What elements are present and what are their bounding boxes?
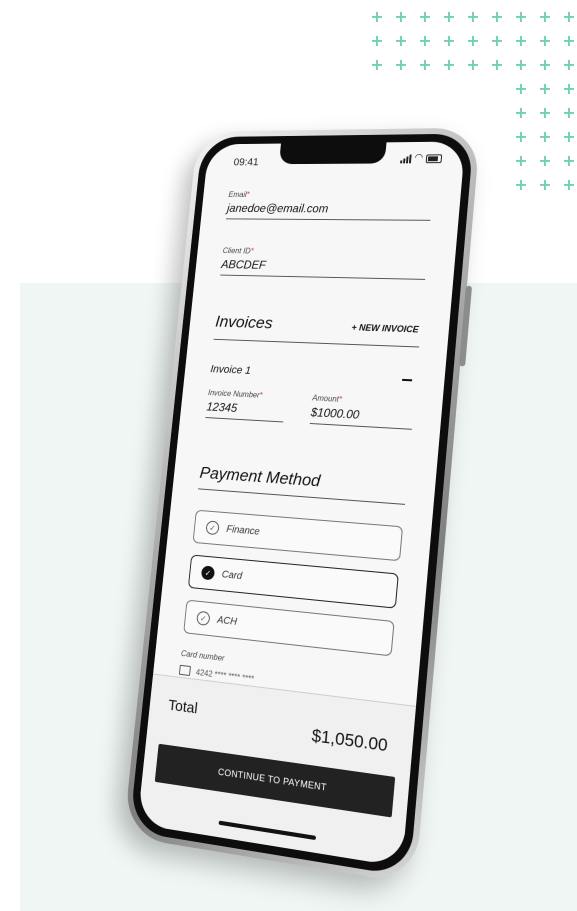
client-id-value[interactable]: ABCDEF — [221, 258, 427, 275]
amount-underline — [309, 422, 412, 430]
plus-icon: + — [418, 31, 432, 50]
client-id-field[interactable]: Client ID* ABCDEF — [220, 246, 428, 280]
credit-card-icon — [178, 664, 191, 677]
plus-icon: + — [562, 31, 576, 50]
check-circle-filled-icon: ✓ — [200, 565, 216, 581]
plus-icon: + — [442, 7, 456, 26]
payment-method-title: Payment Method — [198, 463, 322, 491]
plus-icon: + — [370, 31, 384, 50]
plus-icon: + — [538, 79, 552, 98]
plus-icon: + — [562, 79, 576, 98]
status-bar: 09:41 ◠ — [206, 141, 466, 175]
amount-field[interactable]: Amount* $1000.00 — [309, 394, 415, 430]
wifi-icon: ◠ — [414, 152, 424, 164]
payment-option-label: Card — [221, 568, 243, 582]
invoice-number-underline — [205, 417, 284, 423]
plus-icon: + — [538, 55, 552, 74]
check-circle-icon: ✓ — [196, 610, 211, 626]
email-value[interactable]: janedoe@email.com — [226, 202, 432, 216]
plus-icon: + — [562, 55, 576, 74]
total-value: $1,050.00 — [310, 725, 389, 756]
plus-icon: + — [442, 31, 456, 50]
plus-icon: + — [514, 55, 528, 74]
plus-icon: + — [514, 127, 528, 146]
email-label: Email* — [228, 190, 250, 199]
plus-icon: + — [538, 7, 552, 26]
signal-icon — [400, 154, 412, 164]
card-number-label: Card number — [180, 648, 225, 663]
plus-icon: + — [370, 55, 384, 74]
payment-method-divider — [198, 488, 406, 505]
payment-option-finance[interactable]: ✓ Finance — [192, 509, 404, 562]
amount-value[interactable]: $1000.00 — [310, 405, 413, 424]
new-invoice-button[interactable]: + NEW INVOICE — [351, 322, 419, 334]
plus-icon: + — [538, 31, 552, 50]
payment-option-ach[interactable]: ✓ ACH — [183, 599, 395, 657]
invoice-title: Invoice 1 — [209, 363, 252, 377]
plus-icon: + — [562, 7, 576, 26]
payment-option-card[interactable]: ✓ Card — [187, 554, 399, 609]
battery-icon — [425, 154, 443, 164]
plus-icon: + — [394, 7, 408, 26]
plus-icon: + — [514, 79, 528, 98]
home-indicator — [218, 820, 317, 841]
plus-icon: + — [490, 7, 504, 26]
continue-to-payment-button[interactable]: CONTINUE TO PAYMENT — [154, 743, 396, 818]
client-id-label: Client ID* — [222, 246, 254, 256]
plus-icon: + — [394, 31, 408, 50]
email-field[interactable]: Email* janedoe@email.com — [225, 190, 433, 221]
plus-icon: + — [562, 127, 576, 146]
plus-icon: + — [538, 103, 552, 122]
plus-icon: + — [466, 55, 480, 74]
plus-icon: + — [490, 55, 504, 74]
total-label: Total — [167, 696, 199, 718]
plus-icon: + — [466, 31, 480, 50]
email-underline — [225, 218, 431, 221]
plus-icon: + — [418, 55, 432, 74]
phone-notch — [278, 142, 387, 165]
plus-icon: + — [514, 31, 528, 50]
plus-icon: + — [514, 175, 528, 194]
payment-option-label: Finance — [225, 523, 261, 538]
plus-icon: + — [562, 175, 576, 194]
plus-icon: + — [538, 127, 552, 146]
plus-icon: + — [538, 175, 552, 194]
plus-icon: + — [442, 55, 456, 74]
plus-icon: + — [418, 7, 432, 26]
plus-icon: + — [514, 151, 528, 170]
plus-icon: + — [394, 55, 408, 74]
client-id-underline — [220, 274, 426, 280]
status-time: 09:41 — [233, 156, 260, 169]
invoice-number-label: Invoice Number* — [207, 388, 263, 400]
plus-icon: + — [562, 151, 576, 170]
plus-icon: + — [562, 103, 576, 122]
invoice-number-field[interactable]: Invoice Number* 12345 — [205, 388, 286, 423]
status-icons: ◠ — [400, 152, 443, 164]
invoices-divider — [213, 338, 420, 348]
plus-icon: + — [466, 7, 480, 26]
minus-icon[interactable] — [402, 378, 413, 381]
invoices-title: Invoices — [214, 312, 274, 333]
plus-icon: + — [490, 31, 504, 50]
plus-icon: + — [514, 103, 528, 122]
invoice-number-value[interactable]: 12345 — [206, 400, 285, 418]
plus-icon: + — [514, 7, 528, 26]
check-circle-icon: ✓ — [205, 520, 220, 536]
plus-icon: + — [370, 7, 384, 26]
plus-icon: + — [538, 151, 552, 170]
payment-option-label: ACH — [216, 614, 238, 628]
